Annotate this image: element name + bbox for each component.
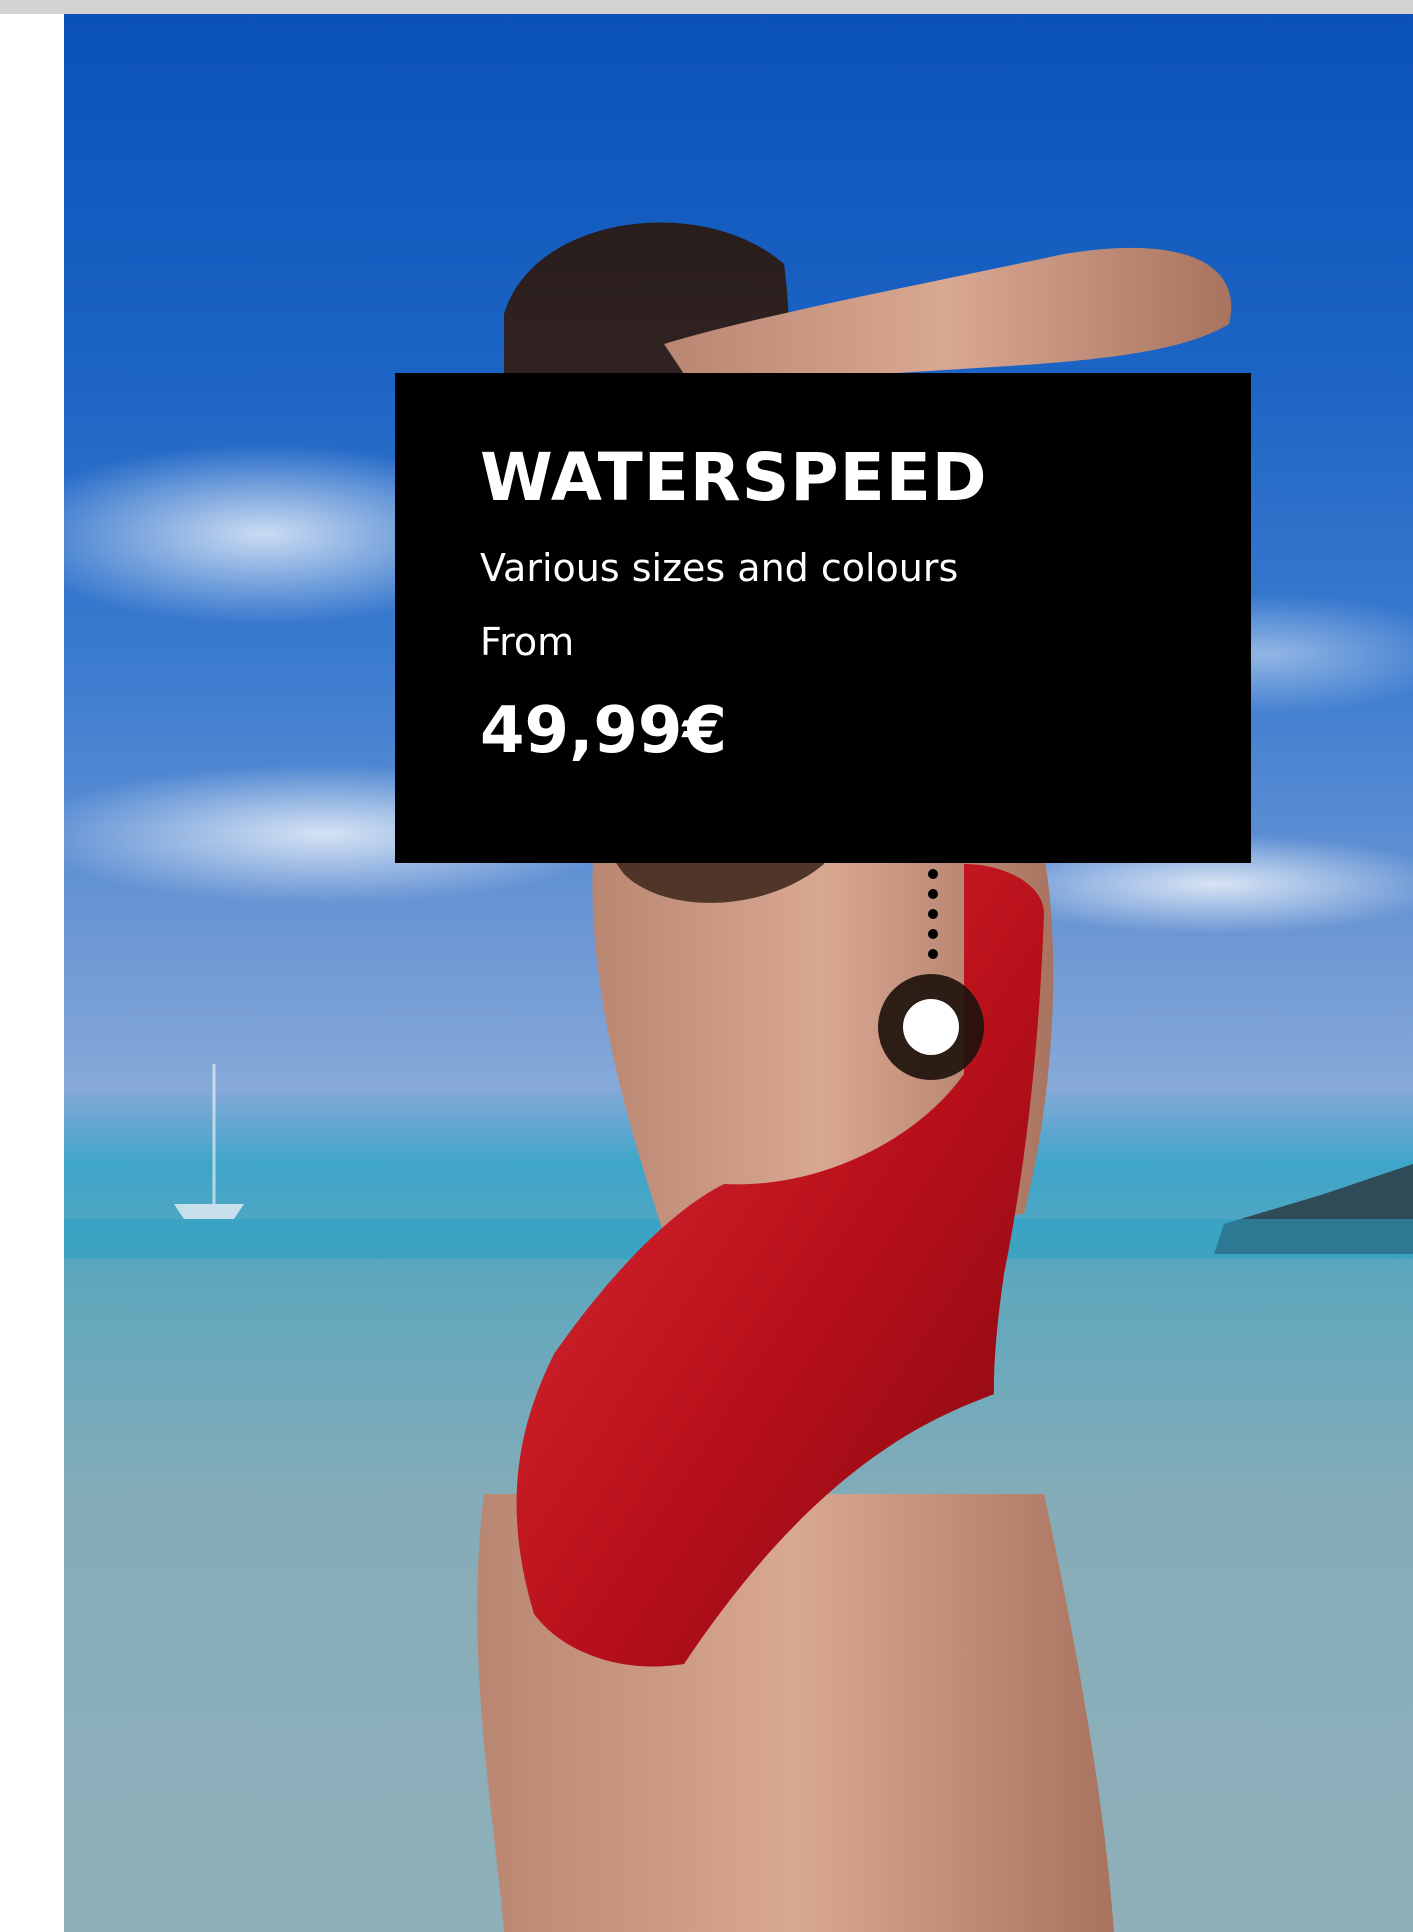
top-bar <box>0 0 1413 14</box>
hotspot-leader-line <box>928 869 938 959</box>
product-description: Various sizes and colours <box>480 546 959 590</box>
product-name: WATERSPEED <box>480 439 988 516</box>
beach-scene-illustration <box>64 222 1413 1932</box>
hero-photo <box>64 14 1413 1932</box>
hotspot-marker-icon[interactable] <box>878 974 984 1080</box>
left-margin <box>0 14 64 1932</box>
product-info-card: WATERSPEED Various sizes and colours Fro… <box>395 373 1251 863</box>
price-prefix: From <box>480 620 575 664</box>
product-price: 49,99€ <box>480 694 727 768</box>
hotspot-marker-core <box>903 999 959 1055</box>
